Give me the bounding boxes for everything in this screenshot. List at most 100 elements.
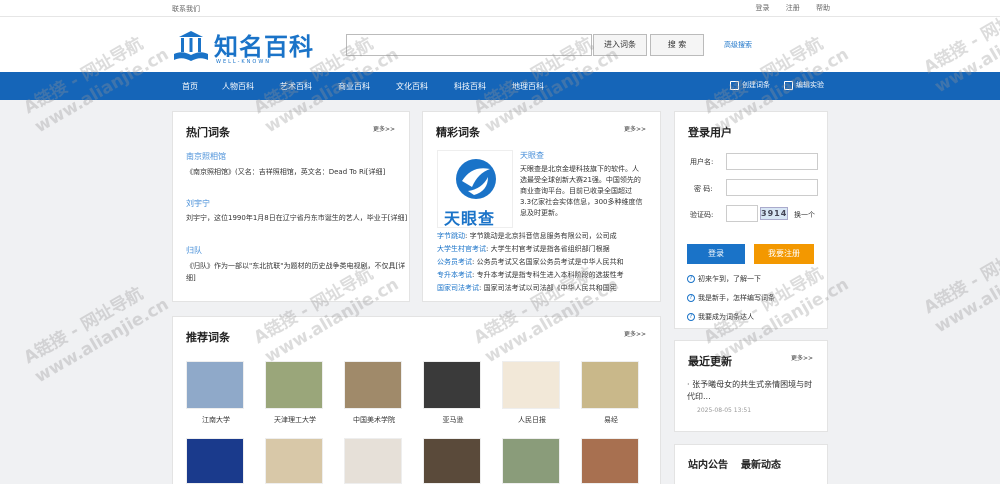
update-time: 2025-08-05 13:51 (697, 407, 752, 414)
recommend-thumbnail[interactable] (265, 438, 323, 484)
recommend-thumbnail[interactable] (423, 361, 481, 409)
login-title: 登录用户 (688, 126, 732, 139)
search-input[interactable] (346, 34, 592, 56)
advanced-search-link[interactable]: 高级搜索 (724, 40, 752, 50)
nav-item-geo[interactable]: 地理百科 (512, 81, 544, 92)
recommend-item[interactable] (581, 438, 641, 484)
help-link-label: 初来乍到，了解一下 (698, 275, 761, 283)
captcha-refresh-link[interactable]: 换一个 (794, 210, 815, 220)
recommend-label[interactable]: 江南大学 (186, 415, 246, 425)
recommend-title: 推荐词条 (186, 331, 230, 344)
username-input[interactable] (726, 153, 818, 170)
password-label: 密 码: (694, 185, 713, 193)
featured-list-link[interactable]: 国家司法考试 (437, 284, 479, 292)
recommend-label[interactable]: 易经 (581, 415, 641, 425)
recommend-label[interactable]: 人民日报 (502, 415, 562, 425)
help-link[interactable]: ? 我要成为词条达人 (687, 312, 754, 322)
featured-list-text: : 公务员考试又名国家公务员考试是中华人民共和 (472, 258, 624, 266)
help-link[interactable]: ? 我是新手，怎样编写词条 (687, 293, 775, 303)
nav-item-art[interactable]: 艺术百科 (280, 81, 312, 92)
recommend-item[interactable]: 天津理工大学 (265, 361, 325, 425)
featured-list-link[interactable]: 专升本考试 (437, 271, 472, 279)
nav-item-home[interactable]: 首页 (182, 81, 198, 92)
nav-item-business[interactable]: 商业百科 (338, 81, 370, 92)
edit-lab-label: 编辑实验 (796, 81, 824, 89)
help-link[interactable]: ? 初来乍到，了解一下 (687, 274, 761, 284)
recommend-label[interactable]: 中国美术学院 (344, 415, 404, 425)
recommend-item[interactable] (502, 438, 562, 484)
featured-list-text: : 字节跳动是北京抖音信息服务有限公司，公司成 (465, 232, 617, 240)
question-icon: ? (687, 275, 695, 283)
recommend-item[interactable]: 人民日报 (502, 361, 562, 425)
captcha-input[interactable] (726, 205, 758, 222)
recommend-thumbnail[interactable] (581, 361, 639, 409)
username-label: 用户名: (690, 158, 714, 166)
tab-news[interactable]: 最新动态 (741, 456, 781, 471)
recommend-thumbnail[interactable] (186, 438, 244, 484)
recommend-thumbnail[interactable] (423, 438, 481, 484)
featured-list-link[interactable]: 公务员考试 (437, 258, 472, 266)
nav-item-culture[interactable]: 文化百科 (396, 81, 428, 92)
updates-more-link[interactable]: 更多>> (791, 353, 813, 362)
hot-entry-link[interactable]: 南京照相馆 (186, 151, 226, 162)
watermark-line: www.alianjie.cn (31, 294, 173, 388)
recommend-label[interactable]: 天津理工大学 (265, 415, 325, 425)
watermark: A链接 - 网址导航www.alianjie.cn (20, 274, 173, 388)
recommend-item[interactable] (344, 438, 404, 484)
recommend-item[interactable]: 中国美术学院 (344, 361, 404, 425)
question-icon: ? (687, 313, 695, 321)
pencil-icon (730, 80, 739, 90)
recommend-thumbnail[interactable] (265, 361, 323, 409)
top-help-link[interactable]: 帮助 (816, 4, 830, 12)
register-button[interactable]: 我要注册 (754, 244, 814, 264)
hot-entry-link[interactable]: 归队 (186, 245, 202, 256)
recommend-more-link[interactable]: 更多>> (624, 329, 646, 338)
featured-list-link[interactable]: 大学生村官考试 (437, 245, 486, 253)
update-item[interactable]: · 张予曦母女的共生式亲情困境与时代印... (687, 379, 815, 403)
password-input[interactable] (726, 179, 818, 196)
nav-item-people[interactable]: 人物百科 (222, 81, 254, 92)
featured-main-desc: 天眼查是北京金堤科技旗下的软件。人选最受全球创新大赛21强。中国领先的商业查询平… (520, 165, 643, 217)
featured-main-link[interactable]: 天眼查 (520, 150, 544, 161)
featured-list-item: 大学生村官考试: 大学生村官考试是指各省组织部门根据 (437, 243, 647, 255)
captcha-label: 验证码: (690, 211, 714, 219)
recommend-item[interactable] (186, 438, 246, 484)
create-entry-link[interactable]: 创建词条 (730, 80, 770, 90)
recommend-thumbnail[interactable] (344, 438, 402, 484)
question-icon: ? (687, 294, 695, 302)
tab-notice[interactable]: 站内公告 (688, 456, 728, 471)
edit-lab-link[interactable]: 编辑实验 (784, 80, 824, 90)
featured-list-text: : 大学生村官考试是指各省组织部门根据 (486, 245, 610, 253)
recommend-item[interactable]: 易经 (581, 361, 641, 425)
recommend-item[interactable]: 江南大学 (186, 361, 246, 425)
login-button[interactable]: 登录 (687, 244, 745, 264)
recommend-thumbnail[interactable] (186, 361, 244, 409)
help-link-label: 我是新手，怎样编写词条 (698, 294, 775, 302)
featured-list-link[interactable]: 字节跳动 (437, 232, 465, 240)
recommend-thumbnail[interactable] (344, 361, 402, 409)
nav-item-tech[interactable]: 科技百科 (454, 81, 486, 92)
document-icon (784, 80, 793, 90)
top-register-link[interactable]: 注册 (786, 4, 800, 12)
top-login-link[interactable]: 登录 (756, 4, 770, 12)
search-button[interactable]: 搜 索 (650, 34, 704, 56)
enter-entry-button[interactable]: 进入词条 (593, 34, 647, 56)
hot-more-link[interactable]: 更多>> (373, 124, 395, 133)
captcha-image[interactable]: 3914 (760, 207, 788, 220)
recommend-item[interactable] (265, 438, 325, 484)
book-logo-icon (174, 31, 208, 61)
hot-entry-link[interactable]: 刘宇宁 (186, 198, 210, 209)
contact-link[interactable]: 联系我们 (172, 4, 200, 14)
recommend-item[interactable]: 亚马逊 (423, 361, 483, 425)
site-logo[interactable]: 知名百科 WELL-KNOWN (172, 25, 322, 69)
recommend-thumbnail[interactable] (502, 438, 560, 484)
featured-more-link[interactable]: 更多>> (624, 124, 646, 133)
update-item-title: 张予曦母女的共生式亲情困境与时代印... (687, 380, 813, 401)
recommend-thumbnail[interactable] (581, 438, 639, 484)
recommend-item[interactable] (423, 438, 483, 484)
featured-list-text: : 国家司法考试以司法部《中华人民共和国宪 (479, 284, 617, 292)
featured-image[interactable]: 天眼查 (437, 150, 513, 228)
featured-list-item: 字节跳动: 字节跳动是北京抖音信息服务有限公司，公司成 (437, 230, 647, 242)
recommend-thumbnail[interactable] (502, 361, 560, 409)
recommend-label[interactable]: 亚马逊 (423, 415, 483, 425)
